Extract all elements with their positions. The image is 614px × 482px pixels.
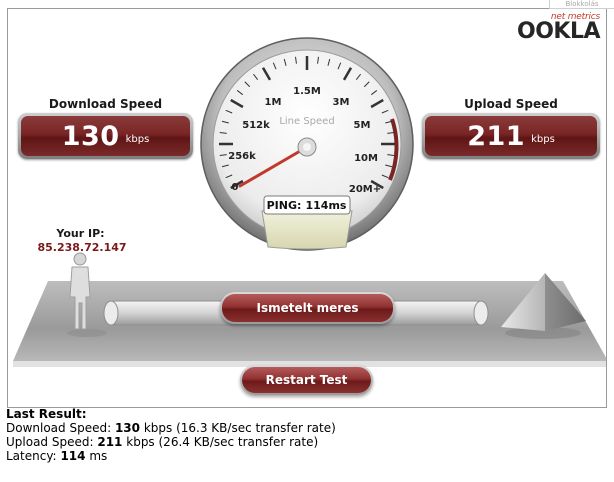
download-speed-unit: kbps [125,133,150,145]
speedtest-panel: net metrics OOKLA Download Speed 130 kbp… [7,8,607,408]
tube-right-end [473,300,489,326]
upload-speed-label: Upload Speed [464,97,558,111]
ping-window [261,209,353,250]
last-result-latency-value: 114 [60,449,86,463]
gauge-hub-center [303,143,311,151]
brand-title: OOKLA [517,19,601,44]
last-result-upload-suffix: kbps (26.4 KB/sec transfer rate) [126,435,319,449]
last-result-download-suffix: kbps (16.3 KB/sec transfer rate) [143,421,336,435]
corner-link[interactable]: Blokkolás [549,0,614,9]
gauge-tick-label-20m: 20M+ [349,184,381,195]
gauge-tick-label-1m: 1M [265,97,282,108]
gauge-tick-label-256k: 256k [228,151,256,162]
download-speed-label: Download Speed [48,97,163,111]
download-speed-value: 130 [61,120,120,152]
ping-value: 114ms [306,199,347,212]
last-result-latency: Latency: 114 ms [6,449,336,463]
upload-speed-display: 211 kbps [422,113,600,159]
ping-label-text: PING: [267,199,302,212]
tube-left-end [103,300,119,326]
last-result-latency-suffix: ms [89,449,108,463]
upload-speed-value: 211 [467,120,526,152]
last-result-download-value: 130 [114,421,141,435]
upload-speed-unit: kbps [531,133,555,145]
gauge-title: Line Speed [279,116,334,127]
last-result-download: Download Speed: 130 kbps (16.3 KB/sec tr… [6,421,336,435]
last-result-download-prefix: Download Speed: [6,421,112,435]
download-speed-display: 130 kbps [18,113,193,159]
last-result-summary: Last Result: Download Speed: 130 kbps (1… [6,407,336,463]
retest-button-label: Ismetelt meres [222,294,393,322]
your-ip-label: Your IP: [56,227,105,240]
retest-button[interactable]: Ismetelt meres [220,292,395,324]
gauge-tick-label-0: 0 [232,182,239,193]
gauge-tick-label-10m: 10M [354,153,378,164]
gauge-tick-label-1-5m: 1.5M [293,86,321,97]
restart-test-button-label: Restart Test [242,367,371,393]
pyramid-right-face [545,273,586,331]
person-head [73,252,87,266]
gauge-tick-label-512k: 512k [242,120,270,131]
last-result-upload: Upload Speed: 211 kbps (26.4 KB/sec tran… [6,435,336,449]
last-result-latency-prefix: Latency: [6,449,57,463]
line-speed-gauge: 0 256k 512k 1M 1.5M 3M 5M 10M 20M+ Line … [200,37,414,251]
last-result-upload-value: 211 [97,435,123,449]
restart-test-button[interactable]: Restart Test [240,365,373,395]
gauge-tick-label-5m: 5M [354,120,371,131]
ping-label: PING: [267,199,302,212]
last-result-title: Last Result: [6,407,87,421]
ookla-logo[interactable]: net metrics OOKLA [517,13,601,44]
last-result-upload-prefix: Upload Speed: [6,435,94,449]
gauge-tick-label-3m: 3M [333,97,350,108]
person-shadow [67,329,107,337]
